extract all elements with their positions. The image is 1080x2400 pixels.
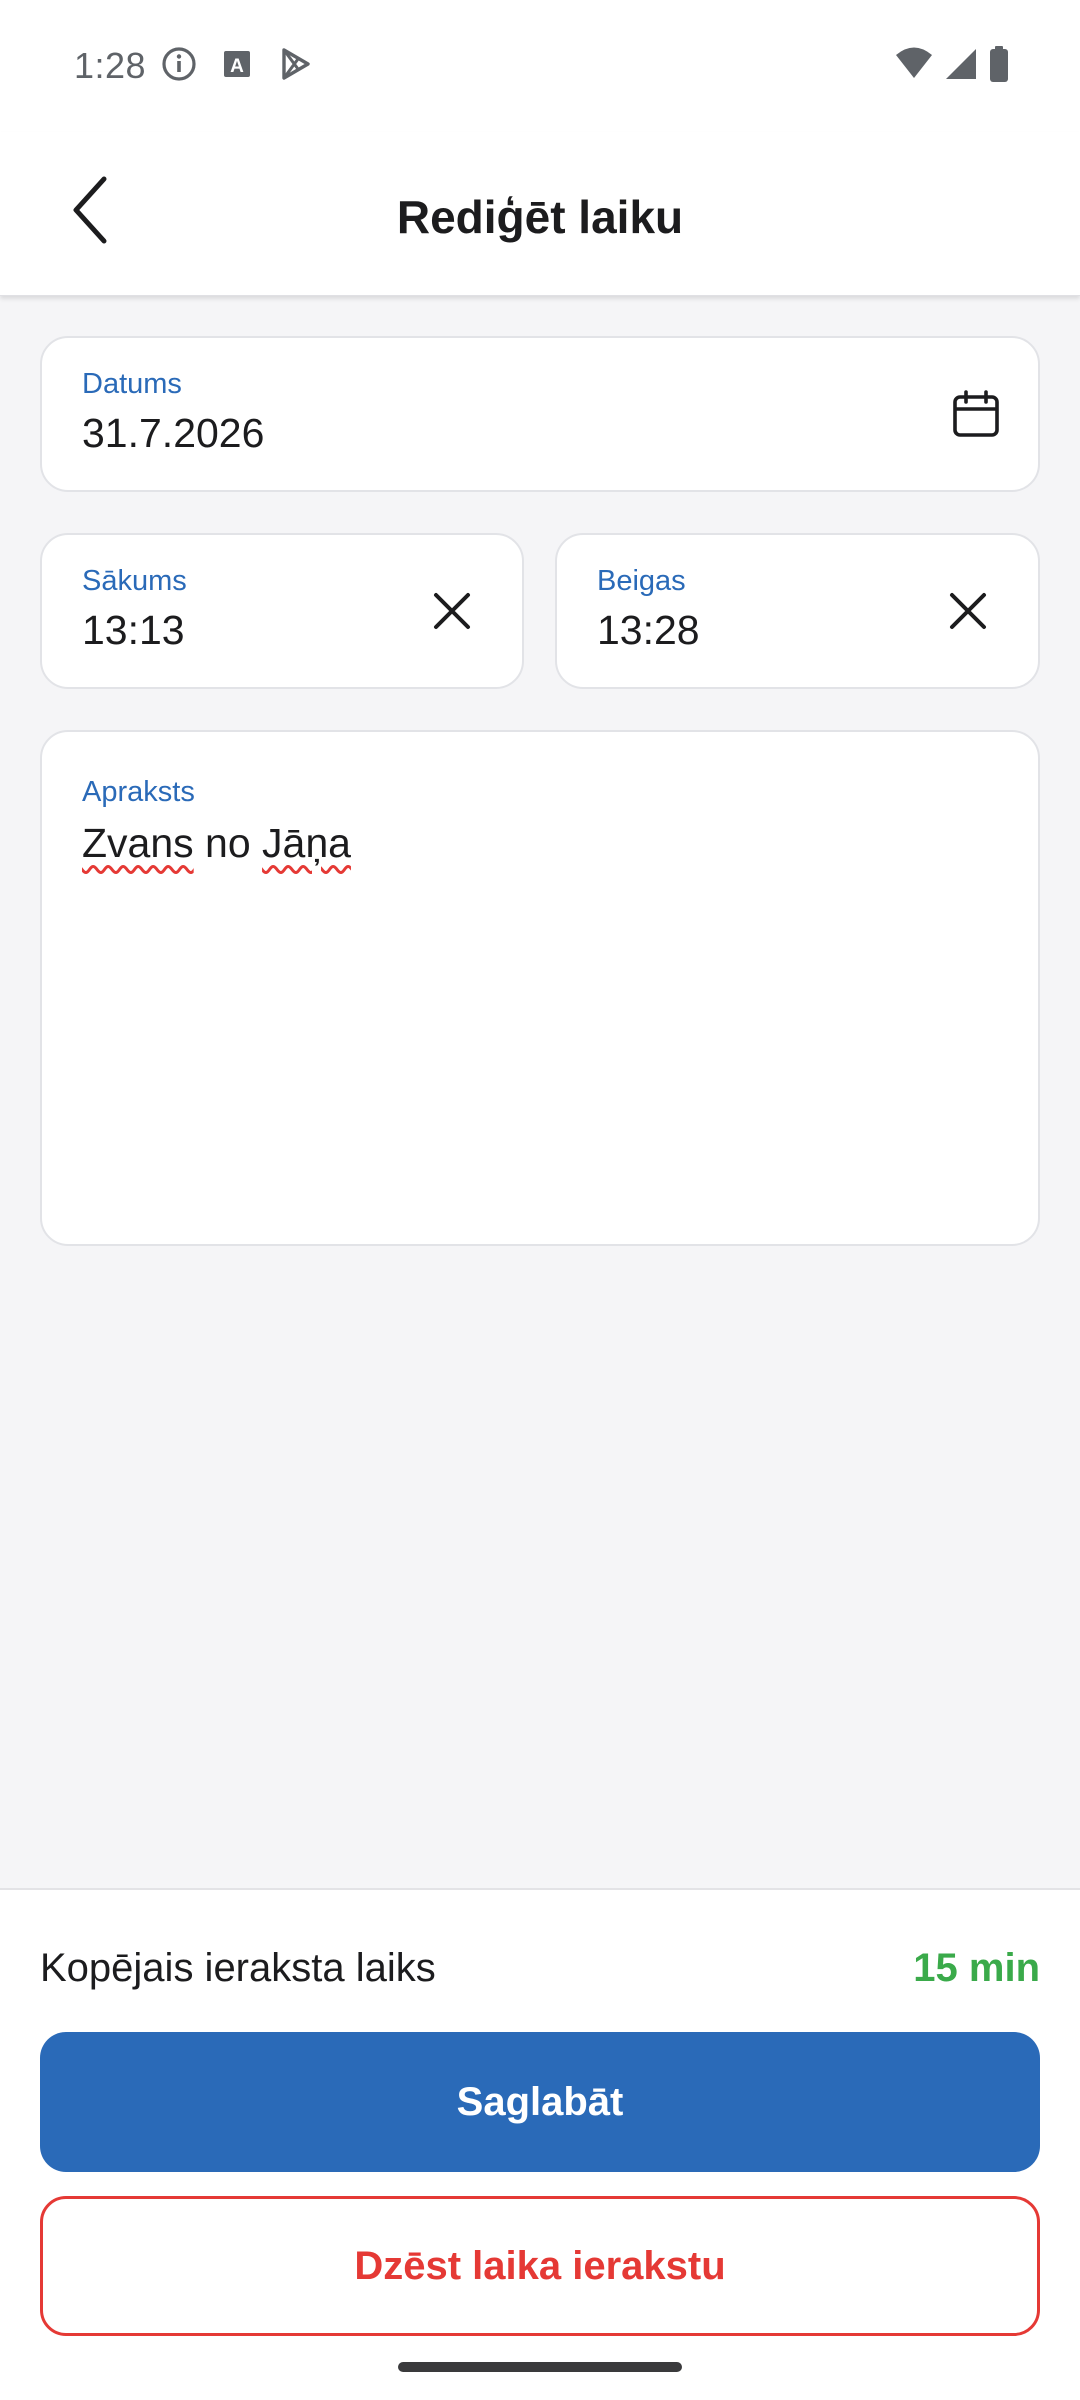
status-time: 1:28 (74, 45, 147, 86)
play-store-icon (276, 45, 314, 88)
start-time-value: 13:13 (82, 607, 185, 653)
date-value: 31.7.2026 (82, 410, 265, 456)
description-word-misspelled: Zvans (82, 820, 194, 866)
save-button[interactable]: Saglabāt (40, 2032, 1040, 2172)
start-time-field[interactable]: Sākums 13:13 (40, 533, 524, 689)
info-icon (160, 45, 198, 88)
status-left-icons: A (160, 45, 314, 88)
clear-end-time-button[interactable] (932, 577, 1004, 649)
a-box-icon: A (220, 47, 254, 86)
description-word: no (193, 820, 263, 866)
svg-text:A: A (230, 56, 244, 77)
description-word-misspelled: Jāņa (262, 820, 351, 866)
page-title: Rediģēt laiku (396, 191, 684, 243)
signal-icon (944, 46, 978, 87)
status-bar: 1:28 A (0, 0, 1080, 132)
battery-icon (988, 45, 1010, 88)
wifi-icon (894, 46, 934, 87)
description-value[interactable]: Zvans no Jāņa (82, 820, 351, 867)
delete-entry-button[interactable]: Dzēst laika ierakstu (40, 2196, 1040, 2336)
total-time-value: 15 min (913, 1946, 1040, 1990)
end-time-value: 13:28 (597, 607, 700, 653)
start-time-label: Sākums (82, 565, 187, 597)
date-field[interactable]: Datums 31.7.2026 (40, 336, 1040, 492)
date-label: Datums (82, 368, 182, 400)
clear-start-time-button[interactable] (416, 577, 488, 649)
close-icon (432, 591, 472, 636)
end-time-field[interactable]: Beigas 13:28 (555, 533, 1040, 689)
date-picker-button[interactable] (940, 380, 1012, 452)
total-time-label: Kopējais ieraksta laiks (40, 1946, 436, 1990)
bottom-panel: Kopējais ieraksta laiks 15 min Saglabāt … (0, 1888, 1080, 2400)
end-time-label: Beigas (597, 565, 686, 597)
description-label: Apraksts (82, 776, 195, 808)
calendar-icon (951, 389, 1001, 444)
description-field[interactable]: Apraksts Zvans no Jāņa (40, 730, 1040, 1246)
app-bar: Rediģēt laiku (0, 132, 1080, 296)
close-icon (948, 591, 988, 636)
home-indicator[interactable] (398, 2362, 682, 2372)
status-right-icons (894, 45, 1010, 88)
